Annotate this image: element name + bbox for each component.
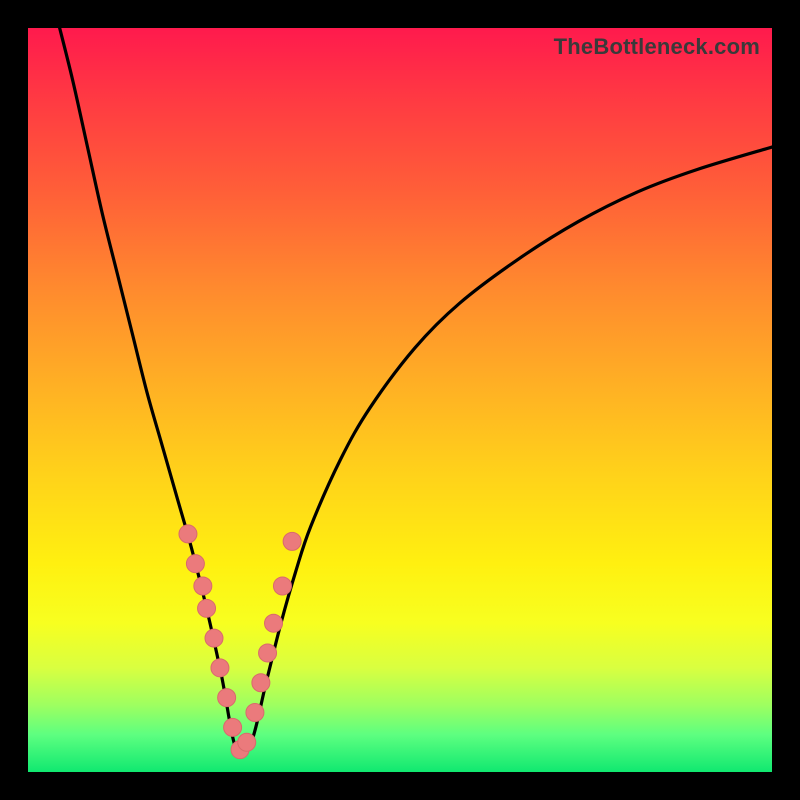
plot-area: TheBottleneck.com [28, 28, 772, 772]
data-point-marker [273, 577, 291, 595]
data-point-marker [238, 733, 256, 751]
data-point-marker [224, 718, 242, 736]
data-point-marker [194, 577, 212, 595]
chart-frame: TheBottleneck.com [0, 0, 800, 800]
data-point-marker [246, 703, 264, 721]
data-point-marker [259, 644, 277, 662]
data-point-marker [198, 599, 216, 617]
chart-overlay [28, 28, 772, 772]
marker-group [179, 525, 301, 759]
data-point-marker [218, 689, 236, 707]
data-point-marker [283, 532, 301, 550]
data-point-marker [252, 674, 270, 692]
data-point-marker [186, 555, 204, 573]
data-point-marker [179, 525, 197, 543]
bottleneck-curve [58, 28, 772, 755]
data-point-marker [265, 614, 283, 632]
data-point-marker [211, 659, 229, 677]
data-point-marker [205, 629, 223, 647]
